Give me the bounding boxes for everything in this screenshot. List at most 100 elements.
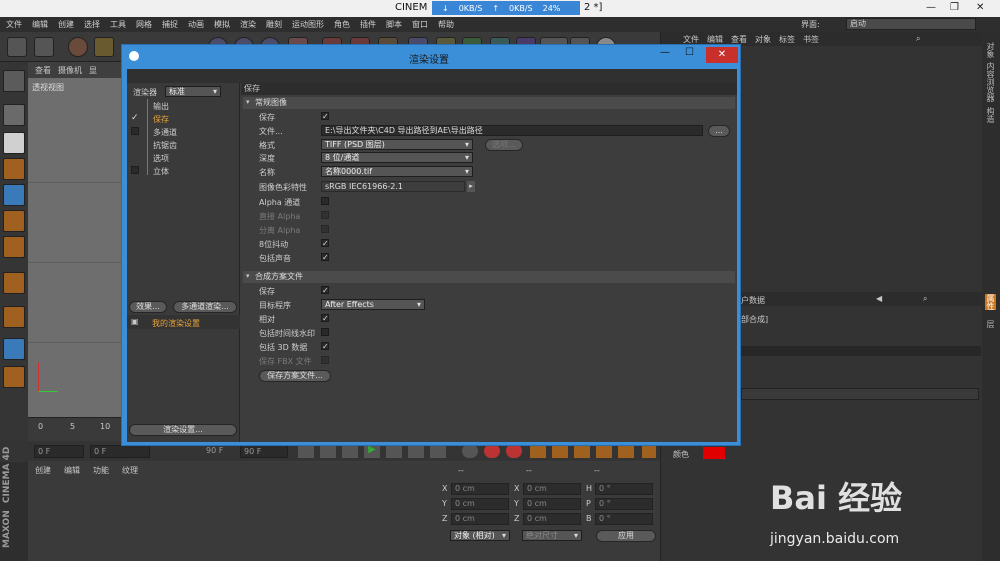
- record-icon[interactable]: [484, 444, 500, 458]
- om-menu-item[interactable]: 查看: [731, 34, 747, 45]
- magnet-icon[interactable]: [3, 306, 25, 328]
- goto-start-icon[interactable]: [298, 444, 314, 458]
- rotate-key-icon[interactable]: [574, 444, 590, 458]
- om-menu-item[interactable]: 标签: [779, 34, 795, 45]
- close-icon[interactable]: ✕: [976, 2, 984, 13]
- tab-content-browser[interactable]: 内容浏览器: [985, 62, 996, 102]
- tab-layers[interactable]: 层: [985, 320, 996, 328]
- profile-field[interactable]: sRGB IEC61966-2.1: [321, 181, 465, 192]
- format-options-button[interactable]: 选项...: [485, 139, 523, 151]
- target-select[interactable]: After Effects: [321, 299, 425, 310]
- file-browse-button[interactable]: ...: [708, 125, 730, 137]
- pla-key-icon[interactable]: [618, 444, 634, 458]
- minimize-icon[interactable]: —: [926, 2, 936, 13]
- coord-pos-x[interactable]: 0 cm: [451, 483, 509, 495]
- select-tool-icon[interactable]: [68, 37, 88, 57]
- menu-item[interactable]: 运动图形: [292, 19, 324, 30]
- color-swatch[interactable]: [703, 447, 725, 459]
- move-tool-icon[interactable]: [94, 37, 114, 57]
- coord-size-y[interactable]: 0 cm: [523, 498, 581, 510]
- coord-mode-select[interactable]: 对象 (相对): [450, 530, 510, 541]
- nav-save[interactable]: 保存: [153, 114, 169, 125]
- render-settings-button[interactable]: 渲染设置...: [129, 424, 237, 436]
- viewport[interactable]: 查看 摄像机 显 透视视图: [28, 62, 126, 417]
- section-expand-icon[interactable]: ▾: [246, 98, 250, 106]
- interface-select[interactable]: 启动: [846, 18, 976, 30]
- dither-checkbox[interactable]: [321, 239, 329, 247]
- tab-attributes[interactable]: 属性: [985, 294, 996, 310]
- coord-pos-z[interactable]: 0 cm: [451, 513, 509, 525]
- menu-item[interactable]: 雕刻: [266, 19, 282, 30]
- alpha-checkbox[interactable]: [321, 197, 329, 205]
- snap-icon[interactable]: [3, 366, 25, 388]
- timeline-window-icon[interactable]: [642, 444, 656, 458]
- dialog-close-icon[interactable]: ✕: [706, 47, 738, 63]
- effects-button[interactable]: 效果...: [129, 301, 167, 313]
- next-key-icon[interactable]: [408, 444, 424, 458]
- move-key-icon[interactable]: [530, 444, 546, 458]
- attr-dropdown[interactable]: [741, 388, 979, 400]
- edges-mode-icon[interactable]: [3, 210, 25, 232]
- workplane-icon[interactable]: [3, 158, 25, 180]
- om-menu-item[interactable]: 编辑: [707, 34, 723, 45]
- axis-mode-icon[interactable]: [3, 272, 25, 294]
- data3d-checkbox[interactable]: [321, 342, 329, 350]
- restore-icon[interactable]: ❐: [950, 2, 959, 13]
- material-menu-item[interactable]: 编辑: [64, 465, 80, 476]
- material-menu-item[interactable]: 创建: [35, 465, 51, 476]
- menu-item[interactable]: 帮助: [438, 19, 454, 30]
- name-select[interactable]: 名称0000.tif: [321, 166, 473, 177]
- frame-start-field[interactable]: 0 F: [34, 445, 84, 458]
- menu-item[interactable]: 窗口: [412, 19, 428, 30]
- points-mode-icon[interactable]: [3, 184, 25, 206]
- preset-row[interactable]: ▣ 我的渲染设置: [127, 315, 240, 329]
- nav-antialiasing[interactable]: 抗锯齿: [153, 140, 177, 151]
- frame-end-field[interactable]: 90 F: [240, 445, 288, 458]
- menu-item[interactable]: 角色: [334, 19, 350, 30]
- separate-alpha-checkbox[interactable]: [321, 225, 329, 233]
- nav-save-check[interactable]: ✓: [131, 113, 139, 123]
- menu-item[interactable]: 编辑: [32, 19, 48, 30]
- straight-alpha-checkbox[interactable]: [321, 211, 329, 219]
- timeline-marker-checkbox[interactable]: [321, 328, 329, 336]
- renderer-select[interactable]: 标准: [165, 86, 221, 97]
- coord-size-x[interactable]: 0 cm: [523, 483, 581, 495]
- comp-save-checkbox[interactable]: [321, 286, 329, 294]
- coord-size-z[interactable]: 0 cm: [523, 513, 581, 525]
- prev-key-icon[interactable]: [320, 444, 336, 458]
- nav-stereo-checkbox[interactable]: [131, 166, 139, 174]
- scale-key-icon[interactable]: [552, 444, 568, 458]
- polygons-mode-icon[interactable]: [3, 236, 25, 258]
- tab-structure[interactable]: 构造: [985, 107, 996, 123]
- preset-name[interactable]: 我的渲染设置: [152, 318, 200, 329]
- param-key-icon[interactable]: [596, 444, 612, 458]
- menu-item[interactable]: 创建: [58, 19, 74, 30]
- relative-checkbox[interactable]: [321, 314, 329, 322]
- play-icon[interactable]: ▶: [364, 444, 380, 458]
- nav-stereo[interactable]: 立体: [153, 166, 169, 177]
- viewport-menu-item[interactable]: 显: [89, 65, 97, 76]
- om-search-icon[interactable]: ⌕: [916, 34, 920, 44]
- menu-item[interactable]: 插件: [360, 19, 376, 30]
- dialog-maximize-icon[interactable]: ☐: [685, 47, 694, 58]
- nav-options[interactable]: 选项: [153, 153, 169, 164]
- section-regular-image[interactable]: 常规图像: [243, 97, 735, 109]
- menu-item[interactable]: 脚本: [386, 19, 402, 30]
- frame-current-field[interactable]: 0 F: [90, 445, 150, 458]
- goto-end-icon[interactable]: [430, 444, 446, 458]
- undo-icon[interactable]: [7, 37, 27, 57]
- model-mode-icon[interactable]: [3, 104, 25, 126]
- menu-item[interactable]: 文件: [6, 19, 22, 30]
- multipass-render-button[interactable]: 多通道渲染...: [173, 301, 237, 313]
- save-checkbox[interactable]: [321, 112, 329, 120]
- autokey-icon[interactable]: [506, 444, 522, 458]
- sound-checkbox[interactable]: [321, 253, 329, 261]
- section-compositing[interactable]: 合成方案文件: [243, 271, 735, 283]
- material-menu-item[interactable]: 纹理: [122, 465, 138, 476]
- lock-icon[interactable]: [3, 338, 25, 360]
- om-menu-item[interactable]: 对象: [755, 34, 771, 45]
- nav-multipass-checkbox[interactable]: [131, 127, 139, 135]
- menu-item[interactable]: 选择: [84, 19, 100, 30]
- file-path-field[interactable]: E:\导出文件夹\C4D 导出路径到AE\导出路径: [321, 125, 703, 136]
- menu-item[interactable]: 捕捉: [162, 19, 178, 30]
